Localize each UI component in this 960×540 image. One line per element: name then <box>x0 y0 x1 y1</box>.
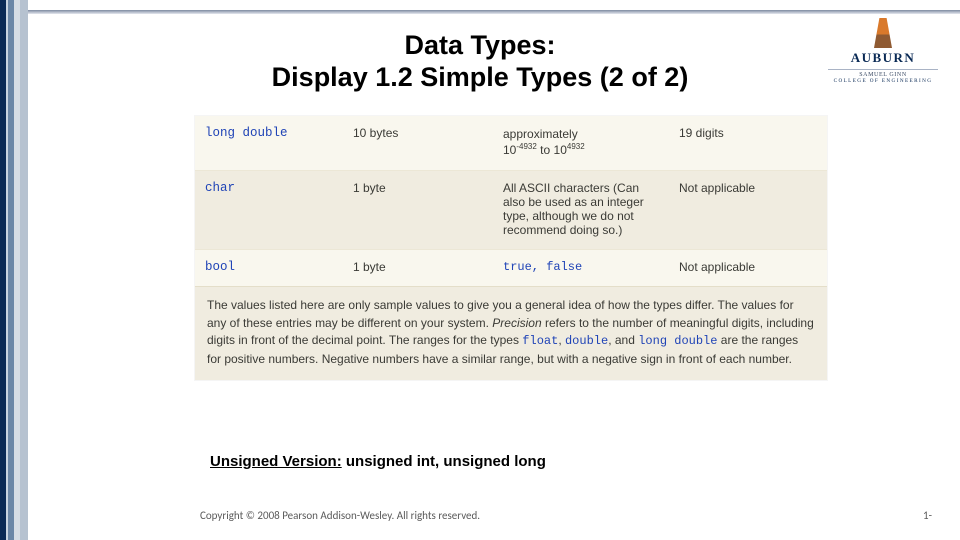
slide: Data Types: Display 1.2 Simple Types (2 … <box>0 0 960 540</box>
unsigned-text: unsigned int, unsigned long <box>342 453 546 470</box>
range-cell: All ASCII characters (Can also be used a… <box>493 171 669 249</box>
logo-wordmark: AUBURN <box>828 50 938 66</box>
code-double: double <box>565 334 608 348</box>
page-number: 1- <box>923 509 932 522</box>
type-cell: long double <box>195 116 343 152</box>
unsigned-note: Unsigned Version: unsigned int, unsigned… <box>210 453 546 470</box>
precision-cell: Not applicable <box>669 171 827 207</box>
type-cell: char <box>195 171 343 207</box>
title-line-2: Display 1.2 Simple Types (2 of 2) <box>200 62 760 94</box>
logo-divider <box>828 69 938 70</box>
types-table: long double 10 bytes approximately 10-49… <box>195 116 827 380</box>
left-decorative-rail <box>0 0 28 540</box>
range-cell: true, false <box>493 250 669 286</box>
precision-cell: 19 digits <box>669 116 827 152</box>
precision-cell: Not applicable <box>669 250 827 286</box>
range-cell: approximately 10-4932 to 104932 <box>493 116 669 170</box>
table-row: char 1 byte All ASCII characters (Can al… <box>195 170 827 249</box>
code-long-double: long double <box>638 334 717 348</box>
top-accent-bar <box>28 10 960 14</box>
table-footnote: The values listed here are only sample v… <box>195 286 827 380</box>
size-cell: 10 bytes <box>343 116 493 152</box>
title-line-1: Data Types: <box>200 30 760 62</box>
slide-title: Data Types: Display 1.2 Simple Types (2 … <box>200 30 760 94</box>
table-row: long double 10 bytes approximately 10-49… <box>195 116 827 170</box>
size-cell: 1 byte <box>343 171 493 207</box>
range-prefix: approximately <box>503 126 659 142</box>
type-cell: bool <box>195 250 343 286</box>
precision-term: Precision <box>492 316 541 330</box>
copyright-text: Copyright © 2008 Pearson Addison-Wesley.… <box>200 509 480 522</box>
range-values: 10-4932 to 104932 <box>503 142 659 158</box>
unsigned-label: Unsigned Version: <box>210 453 342 470</box>
size-cell: 1 byte <box>343 250 493 286</box>
logo-subtitle-2: COLLEGE OF ENGINEERING <box>828 78 938 84</box>
auburn-logo: AUBURN SAMUEL GINN COLLEGE OF ENGINEERIN… <box>828 18 938 84</box>
tower-icon <box>874 18 892 48</box>
code-float: float <box>522 334 558 348</box>
table-row: bool 1 byte true, false Not applicable <box>195 249 827 286</box>
